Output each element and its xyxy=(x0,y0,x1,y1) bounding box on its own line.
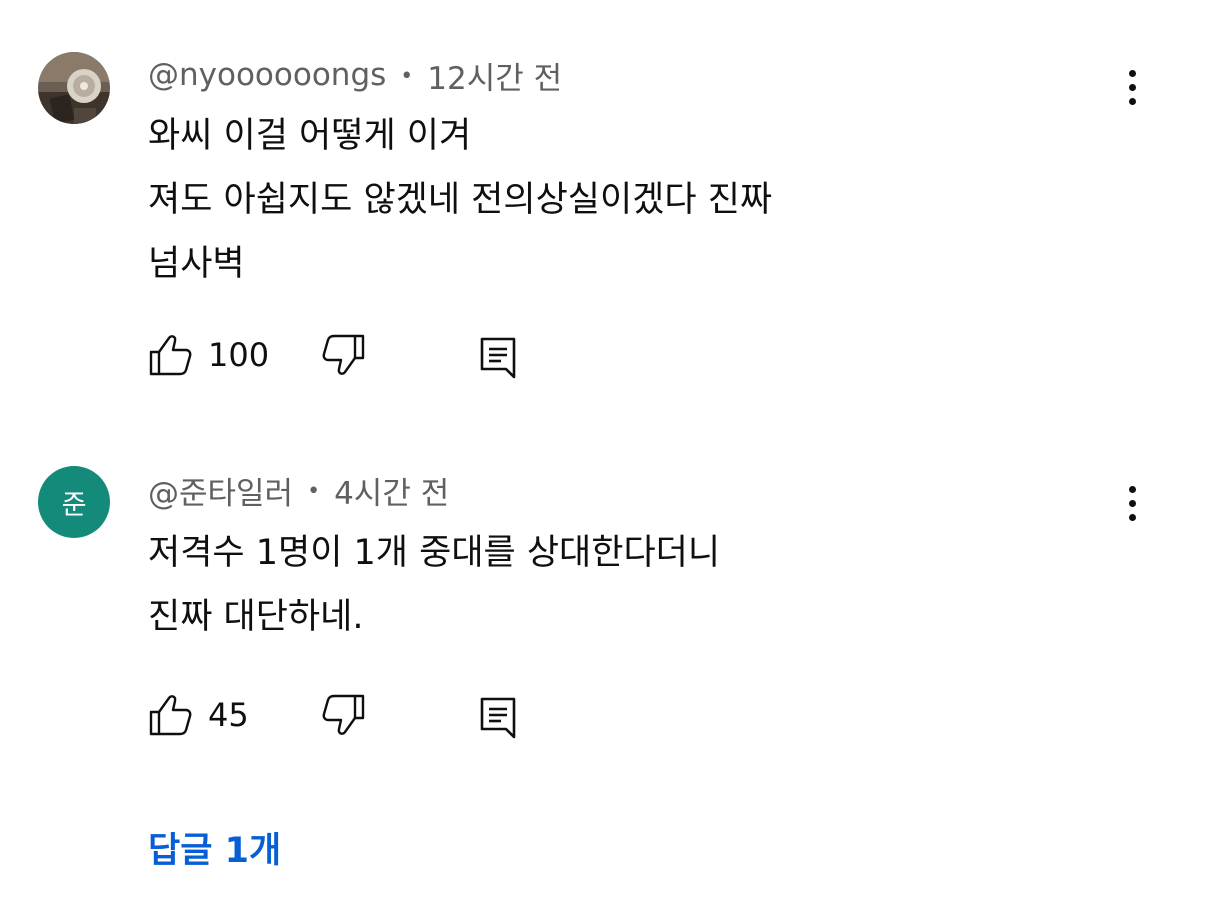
thumb-down-icon xyxy=(322,334,365,375)
avatar[interactable]: 준 xyxy=(38,466,110,538)
reply-button[interactable] xyxy=(478,692,518,742)
comment-text: 저격수 1명이 1개 중대를 상대한다더니 진짜 대단하네. xyxy=(148,521,720,649)
avatar[interactable] xyxy=(38,52,110,124)
comment-item: @nyoooooongs • 12시간 전 와씨 이걸 어떻게 이겨 져도 아쉽… xyxy=(0,0,1206,420)
comment-text: 와씨 이걸 어떻게 이겨 져도 아쉽지도 않겠네 전의상실이겠다 진짜 넘사벽 xyxy=(148,104,772,296)
comment-author[interactable]: @nyoooooongs xyxy=(148,57,386,93)
more-options-button[interactable] xyxy=(1114,478,1150,528)
thumb-down-icon xyxy=(322,694,365,735)
comment-meta: @준타일러 • 4시간 전 xyxy=(148,468,449,513)
meta-separator: • xyxy=(307,478,321,504)
thumb-up-icon xyxy=(149,695,192,736)
more-vertical-icon xyxy=(1128,69,1136,77)
thumb-up-icon xyxy=(149,335,192,376)
comment-author[interactable]: @준타일러 xyxy=(148,468,293,513)
comment-actions: 45 xyxy=(148,690,568,740)
comment-reply-icon xyxy=(480,337,516,379)
dislike-button[interactable] xyxy=(320,330,366,380)
more-vertical-icon xyxy=(1128,485,1136,493)
avatar-letter: 준 xyxy=(61,489,87,521)
dislike-button[interactable] xyxy=(320,690,366,740)
comment-text-line: 넘사벽 xyxy=(148,244,245,284)
comment-actions: 100 xyxy=(148,330,568,380)
meta-separator: • xyxy=(400,63,414,89)
view-replies-button[interactable]: 답글 1개 xyxy=(148,822,281,873)
comment-item: 준 @준타일러 • 4시간 전 저격수 1명이 1개 중대를 상대한다더니 진짜… xyxy=(0,420,1206,800)
reply-button[interactable] xyxy=(478,332,518,382)
avatar-photo-icon xyxy=(38,52,110,124)
like-button[interactable]: 100 xyxy=(148,330,269,380)
comment-time[interactable]: 12시간 전 xyxy=(427,53,562,98)
comment-text-line: 저격수 1명이 1개 중대를 상대한다더니 xyxy=(148,533,721,573)
comment-meta: @nyoooooongs • 12시간 전 xyxy=(148,53,562,98)
comment-text-line: 져도 아쉽지도 않겠네 전의상실이겠다 진짜 xyxy=(148,180,773,220)
comment-text-line: 와씨 이걸 어떻게 이겨 xyxy=(148,116,472,156)
comment-text-line: 진짜 대단하네. xyxy=(148,597,364,637)
like-count: 100 xyxy=(208,336,270,374)
more-options-button[interactable] xyxy=(1114,62,1150,112)
comment-reply-icon xyxy=(480,697,516,739)
comment-time[interactable]: 4시간 전 xyxy=(334,468,449,513)
like-button[interactable]: 45 xyxy=(148,690,249,740)
like-count: 45 xyxy=(208,696,249,734)
